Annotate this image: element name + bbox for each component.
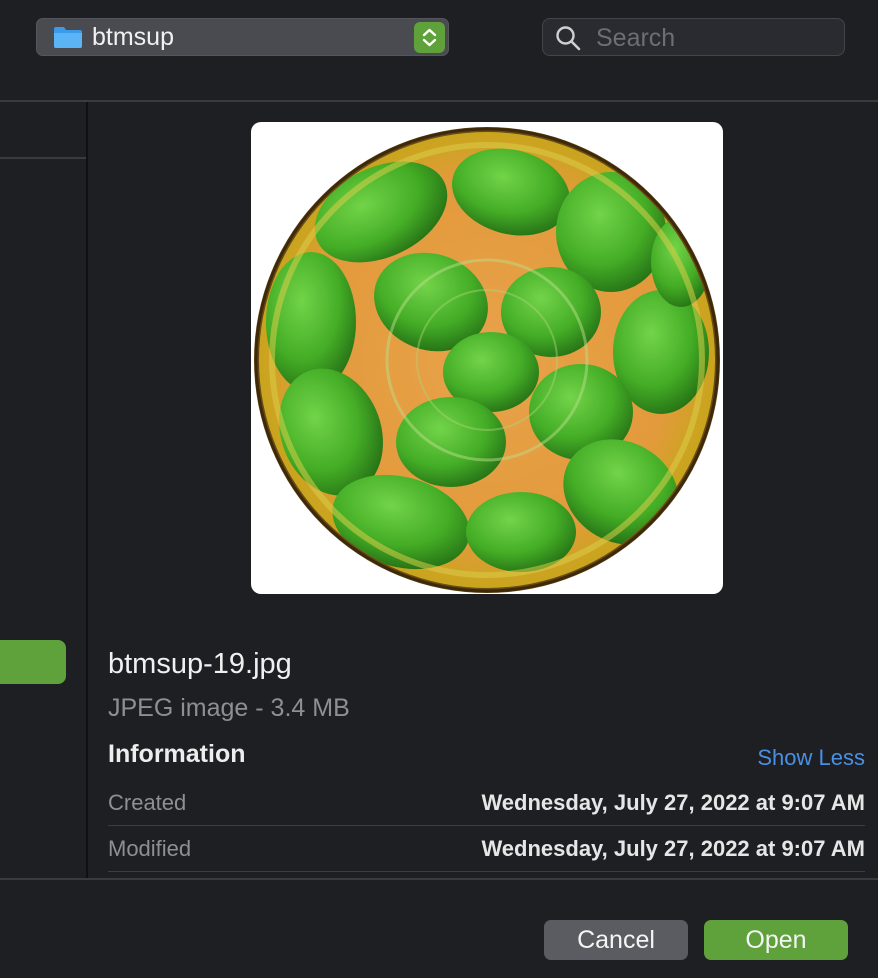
column-divider[interactable] xyxy=(86,102,88,878)
info-value: Wednesday, July 27, 2022 at 9:07 AM xyxy=(481,836,865,861)
search-icon xyxy=(556,26,581,51)
information-heading: Information xyxy=(108,740,246,768)
show-less-link[interactable]: Show Less xyxy=(757,745,865,771)
search-input[interactable] xyxy=(594,18,838,58)
toolbar-divider xyxy=(0,100,878,102)
search-field[interactable] xyxy=(542,18,845,58)
location-popup[interactable]: btmsup xyxy=(36,18,449,56)
folder-icon xyxy=(54,27,82,48)
info-row-divider xyxy=(108,871,865,872)
info-key: Modified xyxy=(108,836,192,861)
preview-image xyxy=(254,127,720,593)
sidebar xyxy=(0,102,86,878)
info-row-created: Created Wednesday, July 27, 2022 at 9:07… xyxy=(108,780,865,825)
info-key: Created xyxy=(108,790,187,815)
up-down-chevron-icon xyxy=(422,28,437,47)
location-label: btmsup xyxy=(92,23,174,51)
sidebar-selected-item[interactable] xyxy=(0,640,66,684)
file-name: btmsup-19.jpg xyxy=(108,648,292,680)
info-row-modified: Modified Wednesday, July 27, 2022 at 9:0… xyxy=(108,826,865,871)
footer-divider xyxy=(0,878,878,880)
info-value: Wednesday, July 27, 2022 at 9:07 AM xyxy=(481,790,865,815)
location-stepper[interactable] xyxy=(414,22,445,53)
sidebar-divider-line xyxy=(0,157,86,159)
cancel-button[interactable]: Cancel xyxy=(544,920,688,960)
image-preview xyxy=(251,122,723,594)
open-button[interactable]: Open xyxy=(704,920,848,960)
dialog-toolbar: btmsup xyxy=(0,0,878,100)
file-kind: JPEG image - 3.4 MB xyxy=(108,694,350,722)
